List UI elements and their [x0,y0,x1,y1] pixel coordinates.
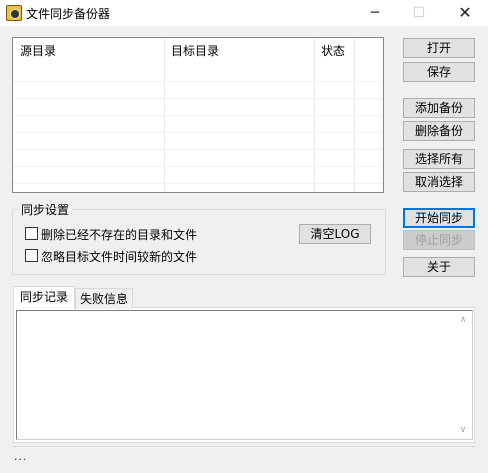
open-button[interactable]: 打开 [403,38,475,58]
sync-settings-label: 同步设置 [18,201,73,218]
list-header: 源目录 目标目录 状态 [13,38,383,65]
grid-line [13,81,383,82]
clear-log-button[interactable]: 清空LOG [299,224,371,244]
tab-failure-info[interactable]: 失败信息 [75,288,133,309]
backup-list[interactable]: 源目录 目标目录 状态 [12,37,384,193]
scroll-down-icon[interactable]: ∨ [456,425,470,435]
app-icon [6,5,22,21]
grid-line [13,183,383,184]
column-source-dir[interactable]: 源目录 [13,38,163,65]
column-target-dir[interactable]: 目标目录 [164,38,314,65]
select-all-button[interactable]: 选择所有 [403,149,475,169]
grid-line [13,132,383,133]
delete-backup-button[interactable]: 删除备份 [403,121,475,141]
title-bar: 文件同步备份器 ─ ☐ ✕ [0,0,488,26]
deselect-button[interactable]: 取消选择 [403,172,475,192]
ignore-newer-label[interactable]: 忽略目标文件时间较新的文件 [41,248,197,265]
about-button[interactable]: 关于 [403,257,475,277]
tab-sync-log[interactable]: 同步记录 [13,286,75,309]
stop-sync-button[interactable]: 停止同步 [403,230,475,250]
ignore-newer-checkbox[interactable] [25,249,38,262]
grid-line [13,98,383,99]
grid-line [13,166,383,167]
grid-line [13,115,383,116]
window-title: 文件同步备份器 [26,7,111,21]
column-status[interactable]: 状态 [314,38,354,65]
status-bar [12,446,476,465]
scroll-up-icon[interactable]: ∧ [456,315,470,325]
close-button[interactable]: ✕ [442,0,488,26]
sync-log-textarea[interactable]: ∧ ∨ [16,310,473,440]
add-backup-button[interactable]: 添加备份 [403,98,475,118]
save-button[interactable]: 保存 [403,62,475,82]
delete-missing-label[interactable]: 删除已经不存在的目录和文件 [41,226,197,243]
delete-missing-checkbox[interactable] [25,227,38,240]
status-text: ... [14,450,28,463]
maximize-button[interactable]: ☐ [396,0,442,26]
grid-line [13,149,383,150]
start-sync-button[interactable]: 开始同步 [403,208,475,228]
minimize-button[interactable]: ─ [352,0,398,26]
